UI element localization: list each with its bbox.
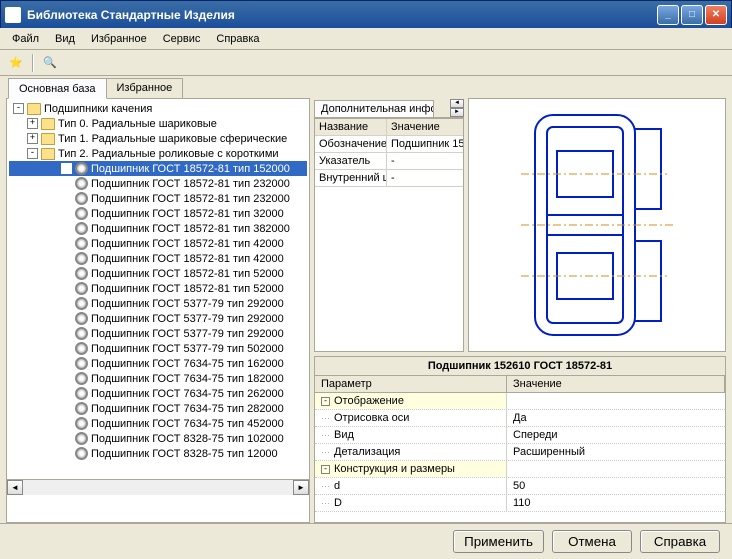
tree-item[interactable]: Подшипник ГОСТ 8328-75 тип 102000	[9, 431, 307, 446]
tree-item[interactable]: Подшипник ГОСТ 18572-81 тип 52000	[9, 281, 307, 296]
param-row[interactable]: ⋯ВидСпереди	[315, 427, 725, 444]
menu-favorites[interactable]: Избранное	[83, 31, 155, 47]
binoculars-icon[interactable]: 🔍	[40, 53, 60, 73]
scroll-right-icon[interactable]: ►	[293, 480, 309, 495]
info-cell-value: -	[387, 153, 463, 169]
tree-item[interactable]: Подшипник ГОСТ 18572-81 тип 52000	[9, 266, 307, 281]
info-cell-name: Обозначение	[315, 136, 387, 152]
param-group[interactable]: -Отображение	[315, 393, 725, 410]
tree-root[interactable]: -Подшипники качения	[9, 101, 307, 116]
info-pane: Дополнительная информация ◄► НазваниеЗна…	[314, 98, 464, 352]
favorite-icon[interactable]: ⭐	[6, 53, 26, 73]
param-row[interactable]: ⋯ДетализацияРасширенный	[315, 444, 725, 461]
tree-item[interactable]: Подшипник ГОСТ 5377-79 тип 292000	[9, 326, 307, 341]
tree-item[interactable]: Подшипник ГОСТ 7634-75 тип 282000	[9, 401, 307, 416]
tab-additional-info[interactable]: Дополнительная информация	[314, 100, 434, 117]
tree-branch[interactable]: -Тип 2. Радиальные роликовые с короткими	[9, 146, 307, 161]
info-cell-name: Название	[315, 119, 387, 135]
menu-file[interactable]: Файл	[4, 31, 47, 47]
separator	[32, 54, 34, 72]
tree-item[interactable]: Подшипник ГОСТ 18572-81 тип 42000	[9, 251, 307, 266]
tree-item[interactable]: Подшипник ГОСТ 5377-79 тип 502000	[9, 341, 307, 356]
title-bar: Библиотека Стандартные Изделия _ □ ✕	[0, 0, 732, 28]
param-group[interactable]: -Конструкция и размеры	[315, 461, 725, 478]
menu-help[interactable]: Справка	[208, 31, 267, 47]
minimize-button[interactable]: _	[657, 5, 679, 25]
info-cell-value: -	[387, 170, 463, 186]
tab-main-base[interactable]: Основная база	[8, 78, 107, 99]
info-row: Указатель-	[315, 153, 463, 170]
tree-panel: -Подшипники качения+Тип 0. Радиальные ша…	[6, 98, 310, 523]
tree-branch[interactable]: +Тип 1. Радиальные шариковые сферические	[9, 131, 307, 146]
tree-item[interactable]: Подшипник ГОСТ 18572-81 тип 382000	[9, 221, 307, 236]
preview-pane	[468, 98, 726, 352]
info-cell-value: Подшипник 152	[387, 136, 463, 152]
info-grid: НазваниеЗначениеОбозначениеПодшипник 152…	[314, 118, 464, 352]
window-title: Библиотека Стандартные Изделия	[27, 8, 657, 22]
tree-item[interactable]: Подшипник ГОСТ 18572-81 тип 232000	[9, 191, 307, 206]
toolbar: ⭐ 🔍	[0, 50, 732, 76]
scroll-left-icon[interactable]: ◄	[7, 480, 23, 495]
tab-favorites[interactable]: Избранное	[106, 78, 184, 98]
tree-item[interactable]: Подшипник ГОСТ 7634-75 тип 182000	[9, 371, 307, 386]
tree-item[interactable]: Подшипник ГОСТ 8328-75 тип 12000	[9, 446, 307, 461]
footer: Применить Отмена Справка	[0, 523, 732, 559]
scroll-track[interactable]	[23, 480, 293, 495]
close-button[interactable]: ✕	[705, 5, 727, 25]
help-button[interactable]: Справка	[640, 530, 720, 553]
tree[interactable]: -Подшипники качения+Тип 0. Радиальные ша…	[7, 99, 309, 479]
params-pane: Подшипник 152610 ГОСТ 18572-81 Параметр …	[314, 356, 726, 523]
info-row: Внутренний шифр-	[315, 170, 463, 187]
menu-bar: Файл Вид Избранное Сервис Справка	[0, 28, 732, 50]
info-cell-value: Значение	[387, 119, 463, 135]
tree-item[interactable]: Подшипник ГОСТ 18572-81 тип 232000	[9, 176, 307, 191]
tree-branch[interactable]: +Тип 0. Радиальные шариковые	[9, 116, 307, 131]
param-row[interactable]: ⋯d50	[315, 478, 725, 495]
tab-spinner[interactable]: ◄►	[450, 99, 464, 117]
info-row: НазваниеЗначение	[315, 119, 463, 136]
params-col-parameter: Параметр	[315, 376, 507, 392]
tree-item[interactable]: Подшипник ГОСТ 7634-75 тип 452000	[9, 416, 307, 431]
info-row: ОбозначениеПодшипник 152	[315, 136, 463, 153]
param-row[interactable]: ⋯D110	[315, 495, 725, 512]
menu-service[interactable]: Сервис	[155, 31, 209, 47]
tree-item[interactable]: Подшипник ГОСТ 5377-79 тип 292000	[9, 296, 307, 311]
bearing-drawing	[517, 105, 677, 345]
param-row[interactable]: ⋯Отрисовка осиДа	[315, 410, 725, 427]
tree-item[interactable]: Подшипник ГОСТ 5377-79 тип 292000	[9, 311, 307, 326]
left-tabs: Основная база Избранное	[8, 78, 312, 98]
maximize-button[interactable]: □	[681, 5, 703, 25]
app-icon	[5, 7, 21, 23]
tree-item[interactable]: Подшипник ГОСТ 18572-81 тип 42000	[9, 236, 307, 251]
info-cell-name: Внутренний шифр	[315, 170, 387, 186]
params-col-value: Значение	[507, 376, 725, 392]
tree-item[interactable]: Подшипник ГОСТ 18572-81 тип 32000	[9, 206, 307, 221]
params-header: Параметр Значение	[315, 376, 725, 393]
params-grid[interactable]: -Отображение⋯Отрисовка осиДа⋯ВидСпереди⋯…	[315, 393, 725, 522]
params-title: Подшипник 152610 ГОСТ 18572-81	[315, 357, 725, 376]
tree-item[interactable]: Подшипник ГОСТ 18572-81 тип 152000	[9, 161, 307, 176]
apply-button[interactable]: Применить	[453, 530, 544, 553]
tree-item[interactable]: Подшипник ГОСТ 7634-75 тип 162000	[9, 356, 307, 371]
menu-view[interactable]: Вид	[47, 31, 83, 47]
tree-item[interactable]: Подшипник ГОСТ 7634-75 тип 262000	[9, 386, 307, 401]
scrollbar-horizontal[interactable]: ◄ ►	[7, 479, 309, 495]
info-cell-name: Указатель	[315, 153, 387, 169]
cancel-button[interactable]: Отмена	[552, 530, 632, 553]
